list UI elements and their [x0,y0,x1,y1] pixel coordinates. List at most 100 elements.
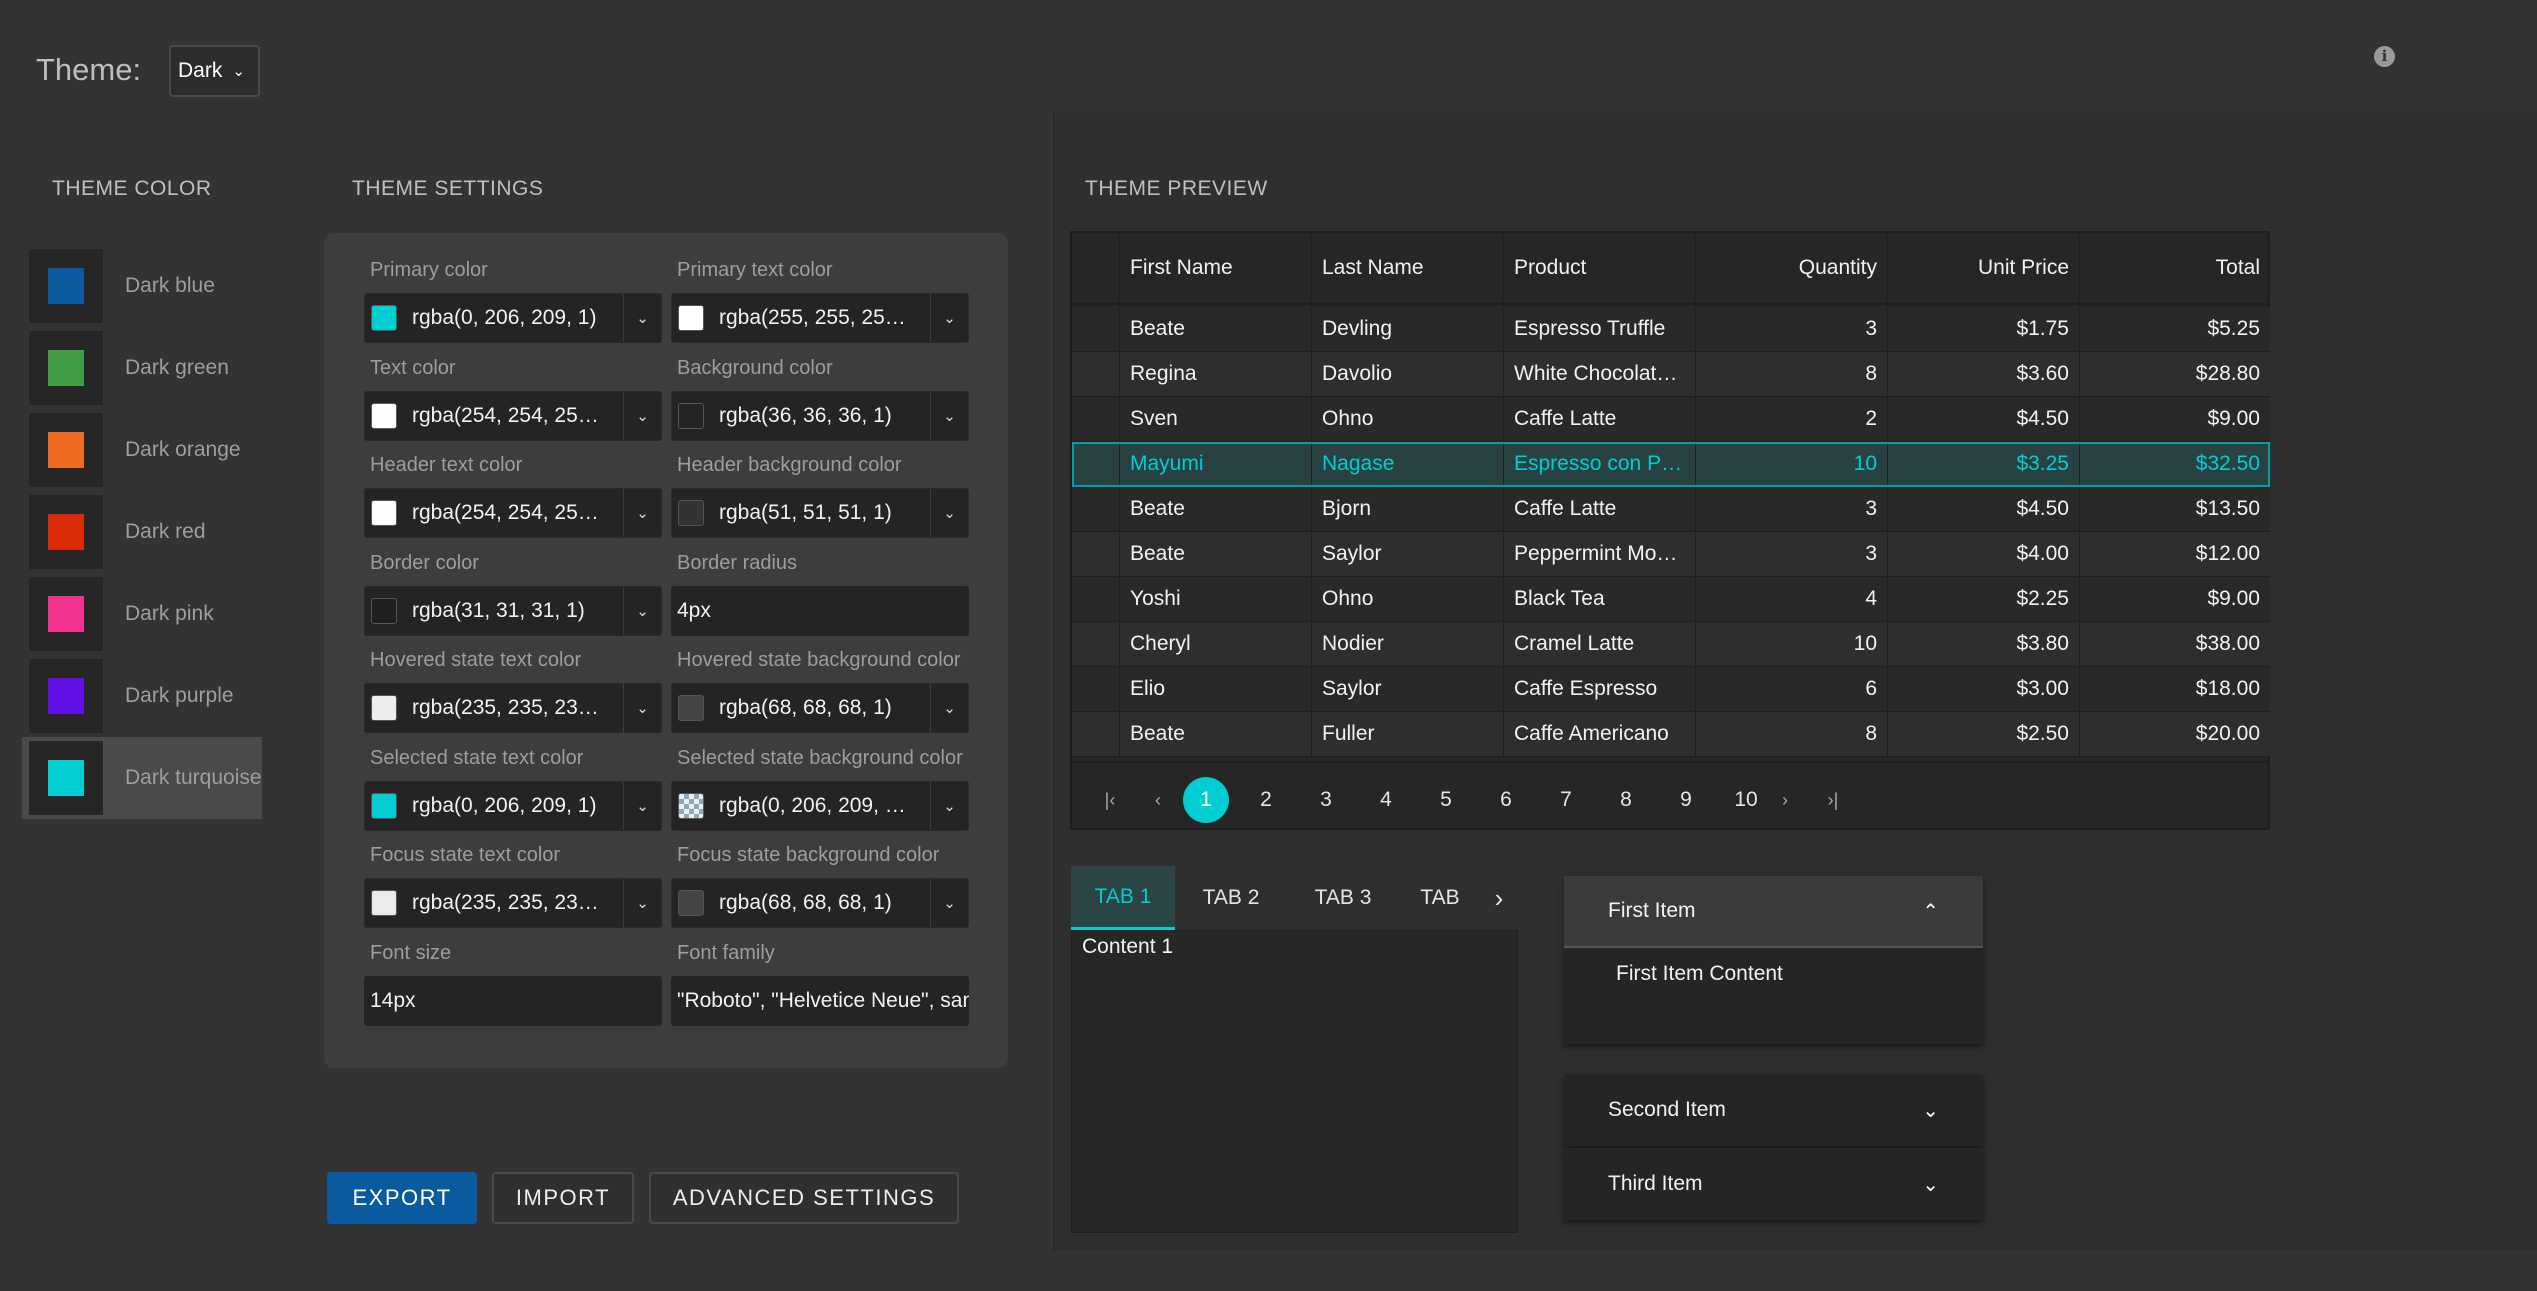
tab-2[interactable]: TAB 2 [1175,866,1287,930]
theme-color-item-dark-turquoise[interactable]: Dark turquoise [22,737,262,819]
chevron-down-icon[interactable]: ⌄ [930,684,968,732]
table-row[interactable]: ReginaDavolioWhite Chocolate Macchiato8$… [1072,352,2270,397]
color-picker-selected-state-text-color[interactable]: rgba(0, 206, 209, 1) ⌄ [364,780,662,831]
page-button-4[interactable]: 4 [1363,777,1409,823]
row-selector[interactable] [1072,532,1120,576]
table-row[interactable]: Sven Ohno Caffe Latte 2 $4.50 $9.00 [1072,397,2270,442]
chevron-down-icon[interactable]: ⌄ [623,391,661,440]
info-icon[interactable]: i [2374,46,2395,67]
export-button[interactable]: EXPORT [327,1172,477,1224]
theme-select[interactable]: Dark ⌄ [169,45,260,97]
theme-color-item-dark-red[interactable]: Dark red [22,491,262,573]
chevron-down-icon[interactable]: ⌄ [930,391,968,440]
color-picker-selected-state-background-color[interactable]: rgba(0, 206, 209, 0.1) ⌄ [671,780,969,831]
input-border-radius[interactable]: 4px [671,585,969,636]
accordion-header-first[interactable]: First Item ⌃ [1564,876,1983,948]
color-picker-hovered-state-background-color[interactable]: rgba(68, 68, 68, 1) ⌄ [671,683,969,733]
row-selector[interactable] [1072,487,1120,531]
chevron-down-icon[interactable]: ⌄ [930,294,968,342]
page-button-8[interactable]: 8 [1603,777,1649,823]
theme-color-item-dark-blue[interactable]: Dark blue [22,245,262,327]
table-row[interactable]: Beate Devling Espresso Truffle 3 $1.75 $5.25 [1072,307,2270,352]
chevron-down-icon[interactable]: ⌄ [623,781,661,830]
row-selector[interactable] [1072,577,1120,621]
color-swatch [29,577,103,651]
next-page-icon[interactable]: › [1762,777,1808,823]
color-value: rgba(255, 255, 255, 1) [719,306,909,329]
table-cell: 10 [1696,622,1888,666]
tab-3[interactable]: TAB 3 [1287,866,1399,930]
color-picker-primary-color[interactable]: rgba(0, 206, 209, 1) ⌄ [364,293,662,343]
row-selector[interactable] [1072,352,1120,396]
column-header-unit-price[interactable]: Unit Price [1888,233,2080,303]
tab-4[interactable]: TAB [1399,866,1481,930]
table-row[interactable]: BeateSaylorPeppermint Mocha Twist3$4.00 $… [1072,532,2270,577]
column-header-first-name[interactable]: First Name [1120,233,1312,303]
theme-color-item-dark-pink[interactable]: Dark pink [22,573,262,655]
last-page-icon[interactable]: ›| [1810,777,1856,823]
table-cell: $28.80 [2195,362,2260,385]
chevron-down-icon[interactable]: ⌄ [930,879,968,927]
theme-color-label: Dark red [125,520,206,543]
first-page-icon[interactable]: |‹ [1087,777,1133,823]
theme-color-item-dark-green[interactable]: Dark green [22,327,262,409]
tab-1[interactable]: TAB 1 [1071,866,1175,930]
table-cell: Saylor [1312,667,1504,711]
table-row[interactable]: Mayumi Nagase Espresso con Panna 10 $3.25 $32… [1072,442,2270,487]
row-selector[interactable] [1072,307,1120,351]
color-picker-background-color[interactable]: rgba(36, 36, 36, 1) ⌄ [671,390,969,441]
row-selector[interactable] [1072,442,1120,486]
theme-color-item-dark-purple[interactable]: Dark purple [22,655,262,737]
import-button[interactable]: IMPORT [492,1172,634,1224]
page-button-7[interactable]: 7 [1543,777,1589,823]
table-row[interactable]: Yoshi Ohno Black Tea 4 $2.25 $9.00 [1072,577,2270,622]
page-button-6[interactable]: 6 [1483,777,1529,823]
chevron-down-icon[interactable]: ⌄ [623,489,661,537]
table-cell: Regina [1120,352,1312,396]
prev-page-icon[interactable]: ‹ [1135,777,1181,823]
chevron-down-icon[interactable]: ⌄ [623,879,661,927]
page-button-9[interactable]: 9 [1663,777,1709,823]
setting-label-selected-state-text-color: Selected state text color [370,746,584,769]
page-button-2[interactable]: 2 [1243,777,1289,823]
chevron-down-icon[interactable]: ⌄ [623,684,661,732]
accordion-header-third[interactable]: Third Item ⌄ [1564,1148,1983,1220]
row-selector[interactable] [1072,667,1120,711]
column-header-quantity[interactable]: Quantity [1696,233,1888,303]
chevron-down-icon[interactable]: ⌄ [623,586,661,635]
page-button-1[interactable]: 1 [1183,777,1229,823]
table-row[interactable]: Elio Saylor Caffe Espresso 6 $3.00 $18.00 [1072,667,2270,712]
table-row[interactable]: Cheryl Nodier Cramel Latte 10 $3.80 $38.00 [1072,622,2270,667]
theme-color-item-dark-orange[interactable]: Dark orange [22,409,262,491]
color-chip [678,402,704,429]
color-picker-focus-state-text-color[interactable]: rgba(235, 235, 235, 1) ⌄ [364,878,662,928]
theme-settings-title: THEME SETTINGS [352,177,544,200]
color-picker-header-background-color[interactable]: rgba(51, 51, 51, 1) ⌄ [671,488,969,538]
advanced-settings-button[interactable]: ADVANCED SETTINGS [649,1172,959,1224]
row-selector[interactable] [1072,622,1120,666]
column-header-last-name[interactable]: Last Name [1312,233,1504,303]
color-picker-header-text-color[interactable]: rgba(254, 254, 254, 1) ⌄ [364,488,662,538]
color-picker-focus-state-background-color[interactable]: rgba(68, 68, 68, 1) ⌄ [671,878,969,928]
accordion-header-second[interactable]: Second Item ⌄ [1564,1074,1983,1146]
color-picker-primary-text-color[interactable]: rgba(255, 255, 255, 1) ⌄ [671,293,969,343]
table-row[interactable]: Beate Bjorn Caffe Latte 3 $4.50 $13.50 [1072,487,2270,532]
chevron-down-icon[interactable]: ⌄ [623,294,661,342]
column-header-product[interactable]: Product [1504,233,1696,303]
row-selector[interactable] [1072,712,1120,756]
chevron-down-icon[interactable]: ⌄ [930,489,968,537]
setting-label-background-color: Background color [677,356,833,379]
row-selector[interactable] [1072,397,1120,441]
chevron-down-icon[interactable]: ⌄ [930,781,968,830]
theme-preview-title: THEME PREVIEW [1085,177,1268,200]
page-button-3[interactable]: 3 [1303,777,1349,823]
input-font-size[interactable]: 14px [364,975,662,1026]
color-picker-border-color[interactable]: rgba(31, 31, 31, 1) ⌄ [364,585,662,636]
color-picker-text-color[interactable]: rgba(254, 254, 254, 1) ⌄ [364,390,662,441]
column-header-total[interactable]: Total [2080,233,2270,303]
page-button-5[interactable]: 5 [1423,777,1469,823]
chevron-right-icon[interactable]: › [1481,866,1517,930]
color-picker-hovered-state-text-color[interactable]: rgba(235, 235, 235, 1) ⌄ [364,683,662,733]
table-row[interactable]: Beate Fuller Caffe Americano 8 $2.50 $20.00 [1072,712,2270,757]
input-font-family[interactable]: "Roboto", "Helvetice Neue", sans-serif [671,975,969,1026]
